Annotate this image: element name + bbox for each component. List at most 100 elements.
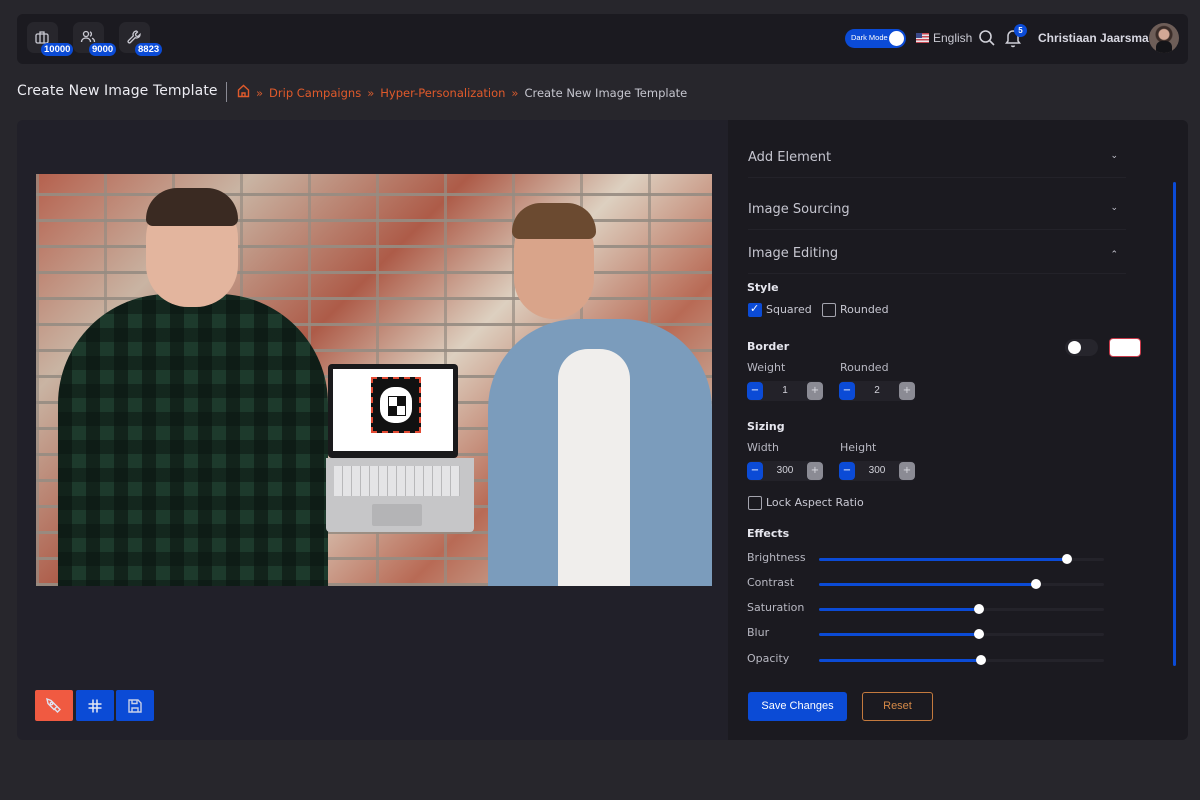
weight-value[interactable]: 1 bbox=[763, 385, 807, 396]
laptop-keyboard bbox=[326, 458, 474, 532]
weight-label: Weight bbox=[747, 361, 786, 374]
slider-fill bbox=[819, 608, 979, 611]
decrement-button[interactable]: − bbox=[747, 462, 763, 480]
breadcrumb-drip-campaigns[interactable]: Drip Campaigns bbox=[269, 86, 361, 100]
slider-label: Blur bbox=[747, 626, 770, 639]
stat-badge: 9000 bbox=[89, 43, 117, 56]
border-rounded-label: Rounded bbox=[840, 361, 889, 374]
slider-fill bbox=[819, 659, 982, 662]
style-heading: Style bbox=[747, 281, 779, 294]
chevron-down-icon: ⌄ bbox=[1110, 203, 1118, 213]
toggle-knob bbox=[1068, 341, 1081, 354]
effects-heading: Effects bbox=[747, 527, 790, 540]
dark-mode-toggle[interactable]: Dark Mode bbox=[845, 29, 906, 48]
border-toggle[interactable] bbox=[1065, 339, 1098, 356]
brightness-slider[interactable] bbox=[819, 554, 1104, 564]
canvas-area bbox=[17, 120, 728, 740]
stat-badge: 8823 bbox=[135, 43, 163, 56]
saturation-slider[interactable] bbox=[819, 604, 1104, 614]
save-template-button[interactable] bbox=[116, 690, 154, 721]
slider-label: Contrast bbox=[747, 576, 795, 589]
section-add-element[interactable]: Add Element ⌄ bbox=[748, 134, 1126, 178]
blur-slider[interactable] bbox=[819, 629, 1104, 639]
increment-button[interactable]: + bbox=[807, 462, 823, 480]
slider-thumb[interactable] bbox=[1030, 579, 1041, 589]
width-value[interactable]: 300 bbox=[763, 465, 807, 476]
person-left-head bbox=[146, 188, 238, 307]
border-heading: Border bbox=[747, 340, 790, 353]
breadcrumb-hyper-personalization[interactable]: Hyper-Personalization bbox=[380, 86, 505, 100]
laptop-display bbox=[333, 369, 453, 451]
chevron-down-icon: ⌄ bbox=[1110, 151, 1118, 161]
slider-thumb[interactable] bbox=[973, 629, 984, 639]
logo-placeholder bbox=[371, 377, 421, 433]
sizing-heading: Sizing bbox=[747, 420, 785, 433]
slider-fill bbox=[819, 633, 979, 636]
slider-thumb[interactable] bbox=[976, 655, 987, 665]
stat-badge: 10000 bbox=[41, 43, 74, 56]
decrement-button[interactable]: − bbox=[839, 462, 855, 480]
section-label: Image Editing bbox=[748, 246, 839, 261]
slider-thumb[interactable] bbox=[973, 604, 984, 614]
decrement-button[interactable]: − bbox=[839, 382, 855, 400]
section-image-editing[interactable]: Image Editing ⌃ bbox=[748, 230, 1126, 274]
person-right-head bbox=[512, 203, 596, 319]
hashtag-button[interactable] bbox=[76, 690, 114, 721]
chevron-up-icon: ⌃ bbox=[1110, 250, 1118, 260]
squared-checkbox[interactable] bbox=[748, 302, 762, 317]
section-image-sourcing[interactable]: Image Sourcing ⌄ bbox=[748, 186, 1126, 230]
slider-label: Saturation bbox=[747, 601, 805, 614]
hashtag-icon bbox=[88, 699, 102, 712]
contrast-slider[interactable] bbox=[819, 579, 1104, 589]
weight-stepper: − 1 + bbox=[747, 381, 823, 401]
breadcrumb-current: Create New Image Template bbox=[524, 86, 688, 100]
person-right bbox=[488, 319, 712, 586]
lock-aspect-checkbox[interactable] bbox=[748, 496, 762, 510]
slider-label: Brightness bbox=[747, 551, 806, 564]
user-name[interactable]: Christiaan Jaarsma bbox=[1038, 31, 1149, 45]
floppy-disk-icon bbox=[128, 698, 142, 713]
save-changes-button[interactable]: Save Changes bbox=[748, 692, 847, 721]
stat-tools[interactable]: 8823 bbox=[119, 22, 163, 56]
us-flag-icon bbox=[916, 33, 929, 43]
settings-panel: Add Element ⌄ Image Sourcing ⌄ Image Edi… bbox=[728, 120, 1188, 740]
slider-label: Opacity bbox=[747, 652, 790, 665]
height-label: Height bbox=[840, 441, 877, 454]
breadcrumb-separator: » bbox=[367, 86, 375, 100]
avatar[interactable] bbox=[1149, 23, 1179, 53]
language-selector[interactable]: English bbox=[933, 31, 972, 45]
panel-scrollbar[interactable] bbox=[1173, 182, 1176, 666]
search-icon[interactable] bbox=[978, 29, 996, 47]
opacity-slider[interactable] bbox=[819, 655, 1104, 665]
slider-fill bbox=[819, 558, 1067, 561]
border-color-swatch[interactable] bbox=[1109, 338, 1141, 357]
pen-tool-button[interactable] bbox=[35, 690, 73, 721]
rounded-stepper: − 2 + bbox=[839, 381, 915, 401]
section-label: Add Element bbox=[748, 150, 832, 165]
stat-campaigns[interactable]: 10000 bbox=[27, 22, 74, 56]
reset-button[interactable]: Reset bbox=[862, 692, 933, 721]
pen-tool-icon bbox=[46, 697, 61, 713]
height-stepper: − 300 + bbox=[839, 461, 915, 481]
person-left bbox=[58, 294, 328, 586]
home-icon[interactable] bbox=[237, 84, 250, 98]
width-stepper: − 300 + bbox=[747, 461, 823, 481]
rounded-value[interactable]: 2 bbox=[855, 385, 899, 396]
top-bar: 10000 9000 8823 Dark Mode English 5 Chri… bbox=[17, 14, 1188, 64]
breadcrumb-separator: » bbox=[511, 86, 519, 100]
stat-users[interactable]: 9000 bbox=[73, 22, 117, 56]
dark-mode-label: Dark Mode bbox=[851, 33, 888, 42]
increment-button[interactable]: + bbox=[807, 382, 823, 400]
rounded-checkbox[interactable] bbox=[822, 303, 836, 317]
page-title: Create New Image Template bbox=[17, 83, 218, 99]
slider-thumb[interactable] bbox=[1061, 554, 1072, 564]
increment-button[interactable]: + bbox=[899, 382, 915, 400]
height-value[interactable]: 300 bbox=[855, 465, 899, 476]
decrement-button[interactable]: − bbox=[747, 382, 763, 400]
slider-fill bbox=[819, 583, 1036, 586]
laptop-screen bbox=[328, 364, 458, 458]
increment-button[interactable]: + bbox=[899, 462, 915, 480]
section-label: Image Sourcing bbox=[748, 202, 850, 217]
template-image[interactable] bbox=[36, 174, 712, 586]
width-label: Width bbox=[747, 441, 779, 454]
